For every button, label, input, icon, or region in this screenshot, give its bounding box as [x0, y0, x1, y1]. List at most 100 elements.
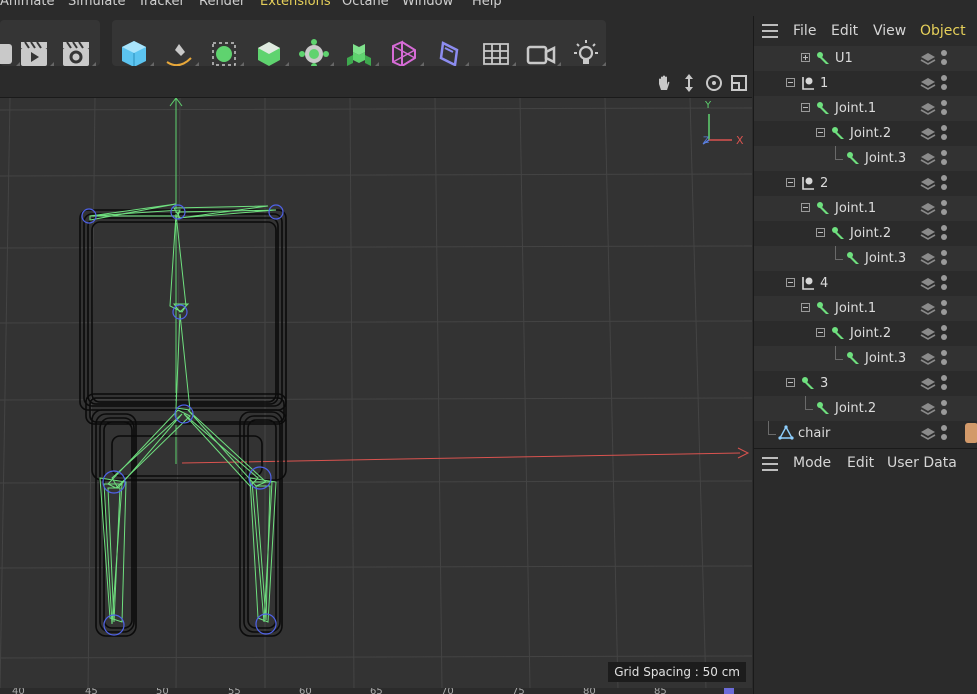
om-menu-file[interactable]: File [793, 23, 816, 39]
object-name[interactable]: Joint.3 [865, 151, 906, 166]
layer-icon[interactable] [920, 301, 936, 317]
collapse-toggle-icon[interactable] [786, 78, 795, 87]
material-tag-icon[interactable] [965, 423, 977, 443]
visibility-dots-icon[interactable] [941, 250, 947, 268]
object-row[interactable]: Joint.2 [754, 221, 977, 246]
object-row[interactable]: 4 [754, 271, 977, 296]
object-name[interactable]: 4 [820, 276, 828, 291]
visibility-dots-icon[interactable] [941, 275, 947, 293]
visibility-dots-icon[interactable] [941, 75, 947, 93]
collapse-toggle-icon[interactable] [801, 303, 810, 312]
object-name[interactable]: U1 [835, 51, 853, 66]
layer-icon[interactable] [920, 101, 936, 117]
layer-icon[interactable] [920, 226, 936, 242]
collapse-toggle-icon[interactable] [786, 278, 795, 287]
collapse-toggle-icon[interactable] [816, 228, 825, 237]
visibility-dots-icon[interactable] [941, 175, 947, 193]
visibility-dots-icon[interactable] [941, 325, 947, 343]
object-row[interactable]: Joint.1 [754, 296, 977, 321]
expand-toggle-icon[interactable] [801, 53, 810, 62]
om-menu-object[interactable]: Object [920, 23, 966, 39]
object-row[interactable]: 2 [754, 171, 977, 196]
menu-render[interactable]: Render [199, 0, 245, 9]
visibility-dots-icon[interactable] [941, 350, 947, 368]
layer-icon[interactable] [920, 401, 936, 417]
menu-window[interactable]: Window [402, 0, 453, 9]
menu-extensions[interactable]: Extensions [260, 0, 331, 9]
viewport-canvas[interactable]: Y X Z Grid Spacing : 50 cm [0, 98, 752, 690]
object-row[interactable]: Joint.2 [754, 396, 977, 421]
visibility-dots-icon[interactable] [941, 50, 947, 68]
object-name[interactable]: Joint.2 [850, 226, 891, 241]
orbit-icon[interactable] [704, 73, 724, 93]
layer-icon[interactable] [920, 376, 936, 392]
collapse-toggle-icon[interactable] [816, 328, 825, 337]
layer-icon[interactable] [920, 51, 936, 67]
object-name[interactable]: Joint.2 [835, 401, 876, 416]
object-row[interactable]: chair [754, 421, 977, 446]
object-name[interactable]: Joint.1 [835, 101, 876, 116]
om-menu-view[interactable]: View [873, 23, 906, 39]
object-name[interactable]: Joint.3 [865, 251, 906, 266]
collapse-toggle-icon[interactable] [786, 178, 795, 187]
object-row[interactable]: Joint.3 [754, 346, 977, 371]
pan-hand-icon[interactable] [654, 73, 674, 93]
object-name[interactable]: Joint.2 [850, 326, 891, 341]
viewport[interactable]: Y X Z Grid Spacing : 50 cm [0, 66, 752, 690]
menu-tracker[interactable]: Tracker [138, 0, 185, 9]
object-row[interactable]: Joint.3 [754, 246, 977, 271]
object-name[interactable]: chair [798, 426, 830, 441]
playhead-marker[interactable] [724, 688, 734, 694]
object-row[interactable]: Joint.1 [754, 196, 977, 221]
visibility-dots-icon[interactable] [941, 425, 947, 443]
layer-icon[interactable] [920, 351, 936, 367]
layer-icon[interactable] [920, 176, 936, 192]
object-name[interactable]: 3 [820, 376, 828, 391]
maximize-view-icon[interactable] [729, 73, 749, 93]
object-name[interactable]: Joint.1 [835, 301, 876, 316]
layer-icon[interactable] [920, 426, 936, 442]
attr-menu-mode[interactable]: Mode [793, 455, 831, 471]
hamburger-menu-icon[interactable] [762, 457, 778, 471]
visibility-dots-icon[interactable] [941, 100, 947, 118]
collapse-toggle-icon[interactable] [786, 378, 795, 387]
layer-icon[interactable] [920, 251, 936, 267]
object-name[interactable]: Joint.3 [865, 351, 906, 366]
menu-help[interactable]: Help [472, 0, 502, 9]
visibility-dots-icon[interactable] [941, 150, 947, 168]
collapse-toggle-icon[interactable] [801, 103, 810, 112]
menu-simulate[interactable]: Simulate [68, 0, 125, 9]
object-row[interactable]: 3 [754, 371, 977, 396]
visibility-dots-icon[interactable] [941, 375, 947, 393]
menu-octane[interactable]: Octane [342, 0, 389, 9]
menu-animate[interactable]: Animate [0, 0, 54, 9]
hamburger-menu-icon[interactable] [762, 24, 778, 38]
layer-icon[interactable] [920, 76, 936, 92]
visibility-dots-icon[interactable] [941, 300, 947, 318]
object-name[interactable]: Joint.2 [850, 126, 891, 141]
layer-icon[interactable] [920, 201, 936, 217]
object-row[interactable]: Joint.3 [754, 146, 977, 171]
attr-menu-edit[interactable]: Edit [847, 455, 874, 471]
collapse-toggle-icon[interactable] [816, 128, 825, 137]
object-name[interactable]: 1 [820, 76, 828, 91]
move-arrows-icon[interactable] [679, 73, 699, 93]
object-name[interactable]: Joint.1 [835, 201, 876, 216]
object-row[interactable]: Joint.1 [754, 96, 977, 121]
om-menu-edit[interactable]: Edit [831, 23, 858, 39]
layer-icon[interactable] [920, 326, 936, 342]
object-name[interactable]: 2 [820, 176, 828, 191]
attr-menu-user-data[interactable]: User Data [887, 455, 957, 471]
object-row[interactable]: 1 [754, 71, 977, 96]
visibility-dots-icon[interactable] [941, 200, 947, 218]
object-row[interactable]: U1 [754, 46, 977, 71]
visibility-dots-icon[interactable] [941, 400, 947, 418]
visibility-dots-icon[interactable] [941, 125, 947, 143]
layer-icon[interactable] [920, 151, 936, 167]
timeline-ruler[interactable]: 40 45 50 55 60 65 70 75 80 85 [0, 688, 752, 694]
collapse-toggle-icon[interactable] [801, 203, 810, 212]
visibility-dots-icon[interactable] [941, 225, 947, 243]
layer-icon[interactable] [920, 126, 936, 142]
object-row[interactable]: Joint.2 [754, 321, 977, 346]
object-row[interactable]: Joint.2 [754, 121, 977, 146]
